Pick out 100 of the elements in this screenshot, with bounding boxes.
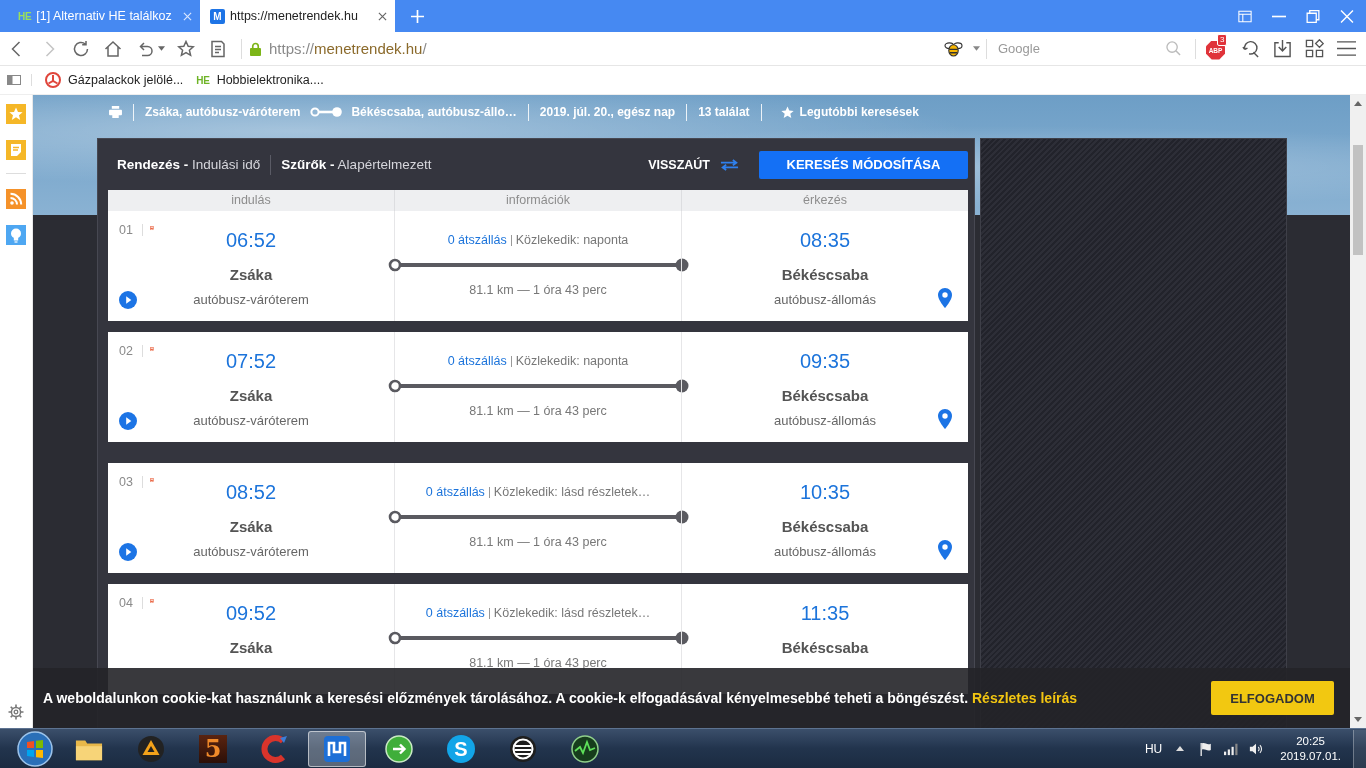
play-icon[interactable]: [119, 412, 137, 430]
origin-station: Zsáka, autóbusz-váróterem: [145, 105, 301, 119]
close-icon[interactable]: [378, 11, 387, 21]
trip-distance: 81.1 km — 1 óra 43 perc: [469, 282, 607, 298]
schedule-text: Közlekedik: lásd részletek…: [493, 605, 651, 621]
taskbar-button[interactable]: [308, 730, 366, 767]
station-name: Békéscsaba: [781, 386, 869, 406]
transfers-link[interactable]: 0 átszállás: [447, 232, 507, 248]
reload-icon[interactable]: [72, 39, 90, 58]
result-card[interactable]: 02 07:52 Zsáka autóbusz-váróterem 0 átszállás Közlekedik: naponta 81.1 km — 1 óra 43 perc 09:35 Békéscsaba autóbusz-állomás: [108, 332, 968, 442]
taskbar-button[interactable]: 5: [184, 730, 242, 767]
modify-search-button[interactable]: KERESÉS MÓDOSÍTÁSA: [759, 150, 968, 179]
bee-icon[interactable]: [944, 40, 963, 57]
departure-time: 09:52: [225, 601, 277, 625]
map-pin-icon[interactable]: [938, 409, 952, 429]
stop-type: autóbusz-váróterem: [193, 543, 309, 561]
trip-distance: 81.1 km — 1 óra 43 perc: [469, 534, 607, 550]
show-desktop-button[interactable]: [1353, 729, 1366, 768]
site-logo: M: [210, 8, 225, 24]
row-number: 02: [119, 344, 133, 358]
arrival-time: 08:35: [799, 228, 851, 252]
lock-icon: [250, 41, 261, 56]
document-icon[interactable]: [209, 39, 227, 58]
caret-icon[interactable]: [1176, 746, 1185, 751]
scrollbar-track[interactable]: [1350, 95, 1366, 728]
app-logo-icon: [323, 734, 351, 763]
undo-icon[interactable]: [136, 39, 154, 58]
bookmark-link[interactable]: HE Hobbielektronika....: [196, 73, 324, 87]
station-name: Békéscsaba: [781, 517, 869, 537]
magnifier-icon[interactable]: [1241, 39, 1260, 58]
schedule-text: Közlekedik: naponta: [515, 353, 629, 369]
row-number: 03: [119, 475, 133, 489]
star-icon: [780, 105, 794, 119]
arrival-time: 09:35: [799, 349, 851, 373]
travel-date: 2019. júl. 20., egész nap: [539, 105, 676, 119]
filter-selector[interactable]: Szűrők - Alapértelmezett: [281, 157, 432, 172]
app-logo: 5: [199, 734, 227, 763]
row-number: 04: [119, 596, 133, 610]
settings-icon[interactable]: [8, 704, 24, 720]
transfers-link[interactable]: 0 átszállás: [447, 353, 507, 369]
transfers-link[interactable]: 0 átszállás: [425, 484, 485, 500]
accept-button[interactable]: ELFOGADOM: [1211, 681, 1334, 715]
star-icon[interactable]: [177, 39, 195, 58]
sort-selector[interactable]: Rendezés - Indulási idő: [117, 157, 261, 172]
transfers-link[interactable]: 0 átszállás: [425, 605, 485, 621]
result-count: 13 találat: [698, 105, 750, 119]
play-icon[interactable]: [119, 291, 137, 309]
app-logo-icon: [261, 734, 289, 763]
station-name: Zsáka: [229, 265, 273, 285]
map-pin-icon[interactable]: [938, 540, 952, 560]
stop-type: autóbusz-váróterem: [193, 412, 309, 430]
result-card[interactable]: 01 06:52 Zsáka autóbusz-váróterem 0 átszállás Közlekedik: naponta 81.1 km — 1 óra 43 perc 08:35 Békéscsaba autóbusz-állomás: [108, 211, 968, 321]
station-name: Békéscsaba: [781, 265, 869, 285]
lightbulb-icon[interactable]: [6, 225, 26, 245]
layout-icon[interactable]: [1238, 9, 1252, 23]
station-name: Békéscsaba: [781, 638, 869, 658]
map-pin-icon[interactable]: [938, 288, 952, 308]
schedule-text: Közlekedik: lásd részletek…: [493, 484, 651, 500]
scrollbar-thumb[interactable]: [1353, 145, 1363, 255]
start-button[interactable]: [17, 730, 53, 767]
address-field[interactable]: https://menetrendek.hu/: [269, 40, 427, 57]
scroll-down-icon[interactable]: [1354, 717, 1362, 722]
restore-icon[interactable]: [1306, 9, 1320, 23]
circle-logo-icon: [45, 72, 61, 88]
plus-icon[interactable]: [411, 9, 424, 23]
browser-tab[interactable]: M https://menetrendek.hu: [200, 0, 395, 32]
search-field[interactable]: Google: [988, 36, 1166, 61]
caret-icon[interactable]: [158, 46, 165, 51]
station-name: Zsáka: [229, 517, 273, 537]
triangle-logo-icon: [137, 734, 165, 763]
trip-distance: 81.1 km — 1 óra 43 perc: [469, 655, 607, 671]
app-logo-icon: [509, 734, 537, 763]
trip-distance: 81.1 km — 1 óra 43 perc: [469, 403, 607, 419]
station-name: Zsáka: [229, 386, 273, 406]
play-icon[interactable]: [119, 543, 137, 561]
site-logo: HE: [18, 10, 32, 22]
apps-grid-icon[interactable]: [1305, 39, 1324, 58]
site-logo: HE: [196, 74, 210, 86]
result-card[interactable]: 03 08:52 Zsáka autóbusz-váróterem 0 átszállás Közlekedik: lásd részletek… 81.1 km — 1 óra 43 perc 10:35 Békéscsaba autóbusz-állomás: [108, 463, 968, 573]
stop-type: autóbusz-állomás: [774, 291, 876, 309]
language-indicator[interactable]: HU: [1144, 741, 1163, 756]
flag-icon[interactable]: [1199, 741, 1214, 756]
bookmark-link[interactable]: Gázpalackok jelölé...: [45, 72, 184, 88]
return-trip-button[interactable]: VISSZAÚT: [648, 157, 739, 172]
menu-icon[interactable]: [1337, 39, 1356, 58]
speaker-icon[interactable]: [1249, 741, 1264, 756]
scroll-up-icon[interactable]: [1354, 101, 1362, 106]
stop-type: autóbusz-állomás: [774, 543, 876, 561]
download-icon[interactable]: [1273, 39, 1292, 58]
departure-time: 08:52: [225, 480, 277, 504]
details-link[interactable]: Részletes leírás: [972, 690, 1078, 706]
home-icon[interactable]: [104, 39, 122, 58]
signal-icon[interactable]: [1224, 741, 1239, 756]
system-clock[interactable]: 20:25 2019.07.01.: [1280, 733, 1341, 764]
radar-icon: [571, 734, 599, 763]
schedule-text: Közlekedik: naponta: [515, 232, 629, 248]
arrival-time: 10:35: [799, 480, 851, 504]
route-icon: [310, 107, 343, 117]
sidebar-toggle-icon[interactable]: [7, 75, 21, 85]
arrival-time: 11:35: [800, 601, 850, 625]
